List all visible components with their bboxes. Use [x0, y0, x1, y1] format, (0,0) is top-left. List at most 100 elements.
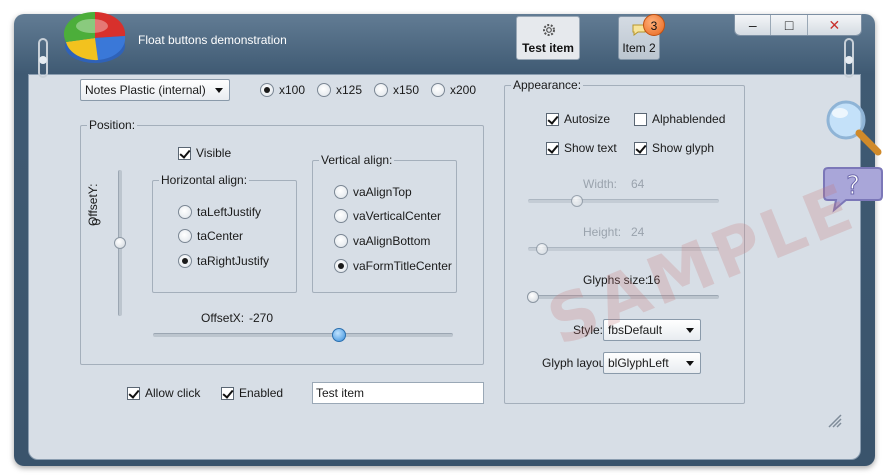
- checkbox-box: [546, 112, 559, 126]
- glyphs-size-value: 16: [647, 273, 661, 287]
- glyph-layout-label: Glyph layout: [542, 356, 609, 370]
- resize-grip-icon[interactable]: [826, 412, 842, 428]
- left-pin-icon: [36, 38, 50, 84]
- radio-dot: [260, 83, 274, 97]
- radio-label: taCenter: [197, 229, 244, 243]
- checkbox-label: Show text: [564, 141, 617, 155]
- height-label: Height:: [583, 225, 622, 239]
- right-pin-icon: [842, 38, 856, 84]
- checkbox-label: Autosize: [564, 112, 611, 126]
- radio-label: vaAlignTop: [353, 185, 412, 199]
- radio-ta-center[interactable]: taCenter: [178, 229, 243, 243]
- window-title: Float buttons demonstration: [138, 33, 287, 47]
- radio-dot: [431, 83, 445, 97]
- width-slider-thumb[interactable]: [571, 195, 583, 207]
- chevron-down-icon: [686, 361, 694, 366]
- checkbox-label: Visible: [196, 146, 232, 160]
- visible-checkbox[interactable]: Visible: [178, 146, 231, 160]
- checkbox-box: [127, 386, 140, 400]
- chevron-down-icon: [686, 328, 694, 333]
- float-button-test-item[interactable]: Test item: [516, 16, 580, 60]
- width-value: 64: [631, 177, 645, 191]
- checkbox-label: Allow click: [145, 386, 201, 400]
- checkbox-box: [221, 386, 234, 400]
- radio-dot: [334, 185, 348, 199]
- glyphs-size-slider-track[interactable]: [528, 295, 719, 299]
- radio-label: x150: [393, 83, 420, 97]
- chevron-down-icon: [215, 88, 223, 93]
- radio-va-align-top[interactable]: vaAlignTop: [334, 185, 412, 199]
- radio-label: vaVerticalCenter: [353, 209, 442, 223]
- alphablended-checkbox[interactable]: Alphablended: [634, 112, 725, 126]
- autosize-checkbox[interactable]: Autosize: [546, 112, 610, 126]
- horizontal-align-caption: Horizontal align:: [159, 173, 250, 187]
- checkbox-box: [546, 141, 559, 155]
- skin-combo[interactable]: Notes Plastic (internal): [80, 79, 230, 101]
- system-buttons: – □ ✕: [734, 14, 862, 36]
- vertical-align-group: Vertical align:: [312, 153, 457, 293]
- radio-scale-x100[interactable]: x100: [260, 83, 305, 97]
- radio-scale-x125[interactable]: x125: [317, 83, 362, 97]
- enabled-checkbox[interactable]: Enabled: [221, 386, 283, 400]
- offset-y-value: 0: [89, 218, 104, 226]
- radio-scale-x200[interactable]: x200: [431, 83, 476, 97]
- radio-scale-x150[interactable]: x150: [374, 83, 419, 97]
- checkbox-label: Alphablended: [652, 112, 726, 126]
- width-label: Width:: [583, 177, 618, 191]
- height-slider-track[interactable]: [528, 247, 719, 251]
- height-slider-thumb[interactable]: [536, 243, 548, 255]
- style-combo-value: fbsDefault: [608, 323, 663, 337]
- radio-va-align-bottom[interactable]: vaAlignBottom: [334, 234, 430, 248]
- checkbox-box: [634, 112, 647, 126]
- width-slider-track[interactable]: [528, 199, 719, 203]
- pie-chart-logo-icon: [63, 11, 126, 63]
- glyph-layout-combo-value: blGlyphLeft: [608, 356, 669, 370]
- glyphs-size-label: Glyphs size:: [583, 273, 649, 287]
- svg-text:?: ?: [846, 171, 860, 201]
- minimize-button[interactable]: –: [735, 15, 772, 35]
- style-combo[interactable]: fbsDefault: [603, 319, 701, 341]
- radio-label: vaFormTitleCenter: [353, 259, 452, 273]
- glyph-layout-combo[interactable]: blGlyphLeft: [603, 352, 701, 374]
- radio-dot: [178, 254, 192, 268]
- show-text-checkbox[interactable]: Show text: [546, 141, 617, 155]
- radio-label: x125: [336, 83, 363, 97]
- radio-va-vertical-center[interactable]: vaVerticalCenter: [334, 209, 441, 223]
- height-value: 24: [631, 225, 645, 239]
- allow-click-checkbox[interactable]: Allow click: [127, 386, 200, 400]
- close-button[interactable]: ✕: [807, 15, 861, 35]
- offset-x-slider-thumb[interactable]: [332, 328, 346, 342]
- offset-y-slider-thumb[interactable]: [114, 237, 126, 249]
- skin-combo-value: Notes Plastic (internal): [85, 83, 206, 97]
- glyphs-size-slider-thumb[interactable]: [527, 291, 539, 303]
- radio-dot: [334, 259, 348, 273]
- radio-dot: [178, 205, 192, 219]
- maximize-button[interactable]: □: [771, 15, 808, 35]
- show-glyph-checkbox[interactable]: Show glyph: [634, 141, 714, 155]
- radio-dot: [317, 83, 331, 97]
- radio-ta-left-justify[interactable]: taLeftJustify: [178, 205, 261, 219]
- notification-badge: 3: [643, 14, 665, 36]
- radio-dot: [334, 234, 348, 248]
- radio-ta-right-justify[interactable]: taRightJustify: [178, 254, 269, 268]
- checkbox-label: Show glyph: [652, 141, 715, 155]
- style-label: Style:: [573, 323, 604, 337]
- checkbox-label: Enabled: [239, 386, 284, 400]
- radio-label: vaAlignBottom: [353, 234, 431, 248]
- radio-label: taLeftJustify: [197, 205, 262, 219]
- position-group-caption: Position:: [87, 118, 138, 132]
- offset-x-slider-track[interactable]: [153, 333, 453, 337]
- help-bubble-icon[interactable]: ?: [822, 164, 884, 214]
- vertical-align-caption: Vertical align:: [319, 153, 395, 167]
- gear-icon: [543, 24, 555, 36]
- radio-va-form-title-center[interactable]: vaFormTitleCenter: [334, 259, 452, 273]
- float-button-label: Test item: [522, 41, 574, 55]
- radio-dot: [374, 83, 388, 97]
- offset-x-value: -270: [249, 311, 274, 325]
- checkbox-box: [634, 141, 647, 155]
- float-button-label: Item 2: [622, 41, 656, 55]
- radio-dot: [178, 229, 192, 243]
- offset-x-label: OffsetX:: [201, 311, 245, 325]
- caption-input[interactable]: Test item: [312, 382, 484, 404]
- magnifier-icon[interactable]: [822, 98, 884, 160]
